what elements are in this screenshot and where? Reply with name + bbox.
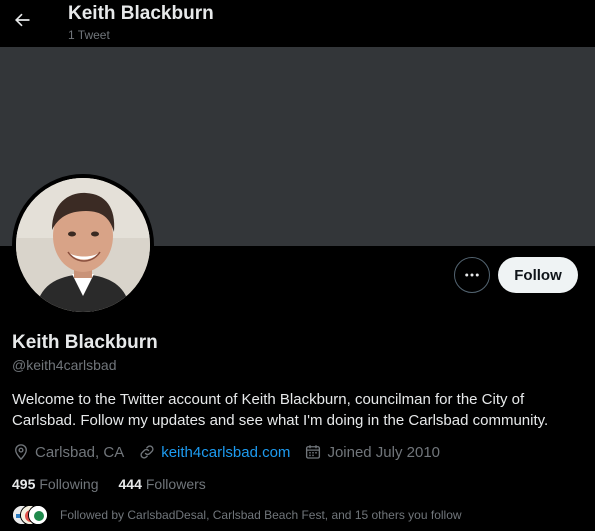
avatar-portrait [16, 178, 150, 312]
arrow-left-icon [15, 13, 30, 27]
followed-by-text: Followed by CarlsbadDesal, Carlsbad Beac… [60, 508, 462, 522]
location-pin-icon [15, 444, 27, 461]
joined-item: Joined July 2010 [304, 443, 440, 461]
followers-you-know[interactable]: Followed by CarlsbadDesal, Carlsbad Beac… [12, 505, 462, 525]
back-button[interactable] [10, 8, 34, 32]
profile-bio: Welcome to the Twitter account of Keith … [12, 391, 549, 429]
mutual-avatars [12, 505, 48, 525]
display-name: Keith Blackburn [12, 332, 158, 353]
follow-button[interactable]: Follow [498, 257, 578, 293]
website-item: keith4carlsbad.com [138, 443, 290, 461]
calendar-icon [306, 445, 321, 459]
following-label: Following [39, 476, 99, 492]
link-icon [140, 445, 154, 459]
following-count: 495 [12, 476, 36, 492]
following-link[interactable]: 495 Following [12, 476, 99, 492]
location-item: Carlsbad, CA [12, 443, 124, 461]
website-link[interactable]: keith4carlsbad.com [161, 444, 290, 461]
joined-text: Joined July 2010 [327, 443, 441, 461]
follow-stats: 495 Following 444 Followers [12, 476, 226, 492]
profile-meta: Carlsbad, CA keith4carlsbad.com Joined J… [12, 443, 454, 461]
followers-count: 444 [118, 476, 142, 492]
mutual-avatar [28, 505, 48, 525]
more-horizontal-icon [465, 273, 479, 277]
location-text: Carlsbad, CA [35, 443, 125, 461]
avatar[interactable] [12, 174, 154, 316]
more-options-button[interactable] [454, 257, 490, 293]
profile-header: Keith Blackburn 1 Tweet [0, 0, 595, 47]
followers-label: Followers [145, 476, 206, 492]
followers-link[interactable]: 444 Followers [119, 476, 206, 492]
tweet-count: 1 Tweet [68, 28, 110, 42]
header-title: Keith Blackburn [68, 3, 214, 24]
user-handle: @keith4carlsbad [12, 357, 117, 373]
